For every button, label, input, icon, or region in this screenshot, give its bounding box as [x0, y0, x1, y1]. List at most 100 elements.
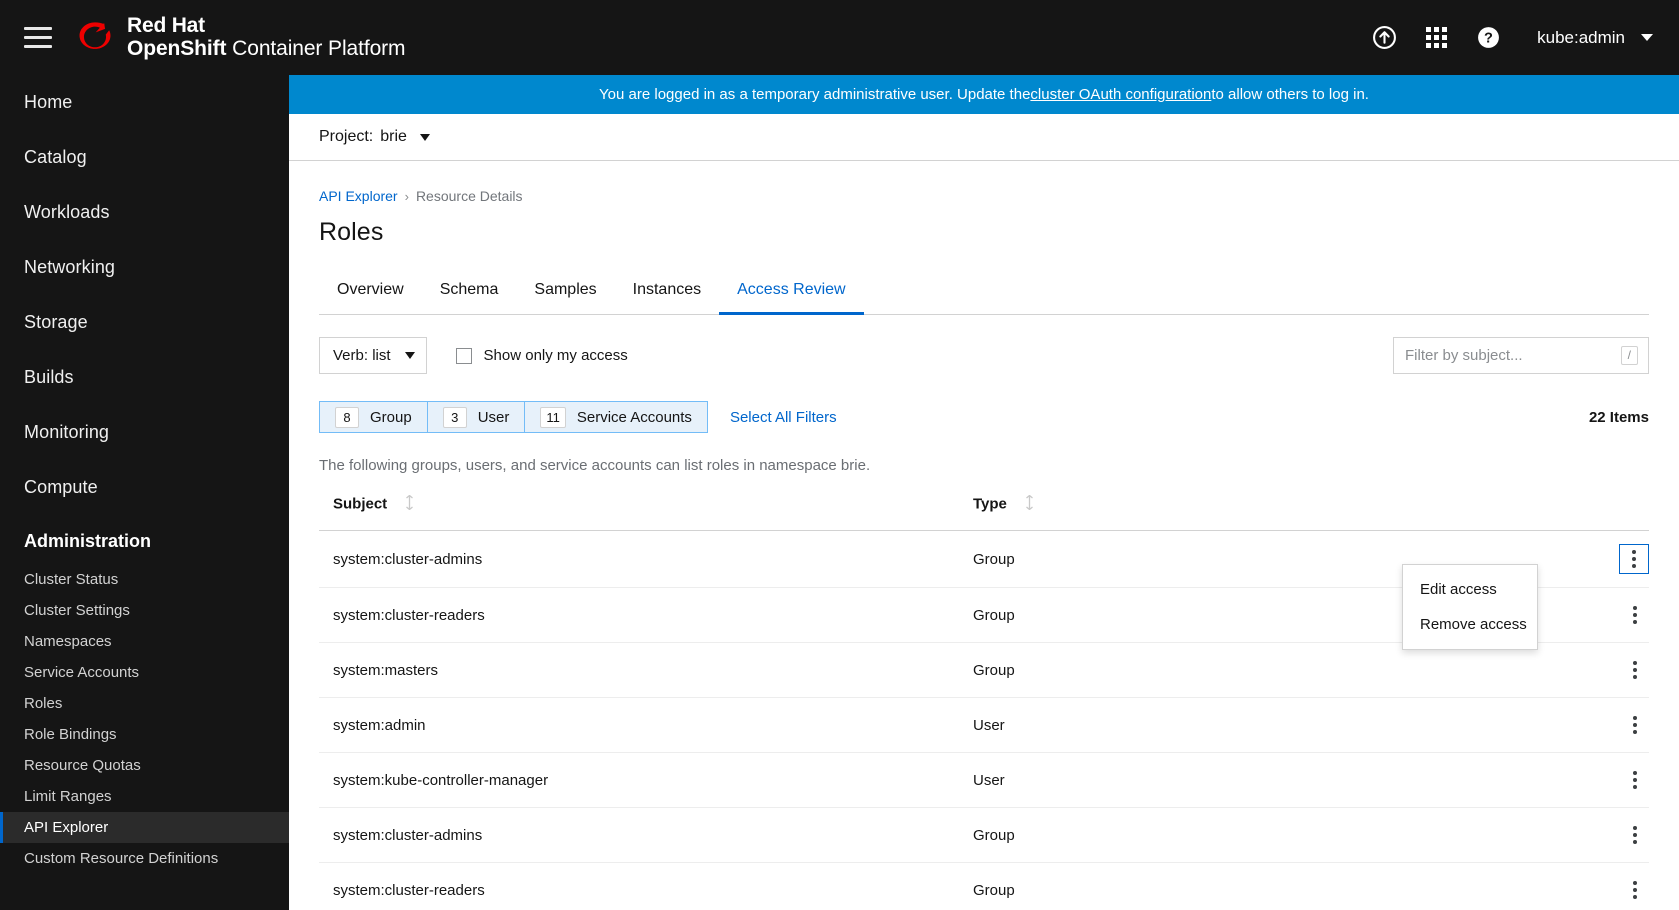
sidebar-item-cluster-status[interactable]: Cluster Status: [0, 564, 289, 595]
chevron-down-icon: [404, 352, 415, 359]
row-actions-kebab-button[interactable]: [1621, 766, 1649, 794]
filter-chip-user[interactable]: 3 User: [428, 402, 526, 432]
masthead-icon-group: ?: [1369, 23, 1503, 53]
tab-instances[interactable]: Instances: [615, 269, 719, 315]
kebab-dot: [1633, 826, 1637, 830]
sidebar-item-label: Catalog: [24, 147, 87, 167]
sidebar-item-limit-ranges[interactable]: Limit Ranges: [0, 781, 289, 812]
nav-toggle-button[interactable]: [0, 0, 76, 75]
import-icon[interactable]: [1369, 23, 1399, 53]
hamburger-icon-bar: [24, 27, 52, 30]
kebab-dot: [1632, 557, 1636, 561]
chip-count-group: 8: [335, 406, 359, 428]
row-actions-kebab-button[interactable]: [1621, 656, 1649, 684]
filter-by-subject-input[interactable]: Filter by subject... /: [1393, 337, 1649, 374]
kebab-dot: [1633, 723, 1637, 727]
filter-chip-service-accounts[interactable]: 11 Service Accounts: [525, 402, 707, 432]
row-actions-kebab-button[interactable]: [1621, 876, 1649, 904]
sidebar-item-cluster-settings[interactable]: Cluster Settings: [0, 595, 289, 626]
sidebar-item-label: Service Accounts: [24, 664, 140, 681]
breadcrumb-current: Resource Details: [415, 188, 523, 204]
sidebar-item-label: API Explorer: [24, 819, 109, 836]
breadcrumb-link-api-explorer[interactable]: API Explorer: [319, 188, 398, 204]
dropdown-item-remove-access[interactable]: Remove access: [1403, 607, 1537, 642]
table-row: system:cluster-readers Group: [319, 862, 1649, 910]
project-selector-value[interactable]: brie: [380, 128, 407, 146]
kebab-dot: [1633, 771, 1637, 775]
cell-actions: [1519, 642, 1649, 698]
sidebar-item-workloads[interactable]: Workloads: [0, 185, 289, 240]
cell-type: User: [959, 697, 1519, 753]
chip-label-service-accounts: Service Accounts: [576, 408, 692, 426]
sort-icon[interactable]: [405, 494, 414, 514]
sidebar-administration-group: Cluster Status Cluster Settings Namespac…: [0, 564, 289, 874]
brand-line-redhat: Red Hat: [127, 14, 205, 38]
cell-subject: system:cluster-readers: [319, 587, 959, 643]
kebab-dot: [1633, 668, 1637, 672]
verb-select[interactable]: Verb: list: [319, 337, 427, 374]
chevron-down-icon[interactable]: [419, 133, 430, 141]
help-icon[interactable]: ?: [1473, 23, 1503, 53]
sidebar-item-monitoring[interactable]: Monitoring: [0, 405, 289, 460]
main-content: You are logged in as a temporary adminis…: [289, 75, 1679, 910]
kebab-dot: [1633, 716, 1637, 720]
sidebar-item-label: Role Bindings: [24, 726, 117, 743]
user-name-label: kube:admin: [1537, 27, 1625, 47]
sidebar-item-custom-resource-definitions[interactable]: Custom Resource Definitions: [0, 843, 289, 874]
row-actions-kebab-button[interactable]: [1619, 544, 1649, 574]
sidebar-item-label: Roles: [24, 695, 63, 712]
table-header-row: Subject Type: [319, 494, 1649, 531]
cell-subject: system:admin: [319, 697, 959, 753]
sort-icon[interactable]: [1025, 494, 1034, 514]
sidebar-item-storage[interactable]: Storage: [0, 295, 289, 350]
row-actions-kebab-button[interactable]: [1621, 821, 1649, 849]
sidebar-item-home[interactable]: Home: [0, 75, 289, 130]
sidebar-item-roles[interactable]: Roles: [0, 688, 289, 719]
cell-actions: [1519, 807, 1649, 863]
sidebar-item-label: Limit Ranges: [24, 788, 112, 805]
brand-openshift-word: OpenShift: [127, 36, 227, 60]
column-header-subject[interactable]: Subject: [319, 494, 959, 531]
chip-group: 8 Group 3 User 11 Service Accounts: [319, 401, 708, 433]
filter-chip-group[interactable]: 8 Group: [320, 402, 428, 432]
sidebar-item-label: Namespaces: [24, 633, 112, 650]
cell-actions: [1519, 587, 1649, 643]
tab-access-review[interactable]: Access Review: [719, 269, 864, 315]
kebab-dot: [1633, 613, 1637, 617]
row-actions-dropdown: Edit access Remove access: [1402, 564, 1538, 650]
cell-subject: system:cluster-readers: [319, 862, 959, 910]
tab-schema[interactable]: Schema: [422, 269, 517, 315]
sidebar-item-role-bindings[interactable]: Role Bindings: [0, 719, 289, 750]
cell-type: Group: [959, 862, 1519, 910]
dropdown-item-edit-access[interactable]: Edit access: [1403, 572, 1537, 607]
sidebar-item-networking[interactable]: Networking: [0, 240, 289, 295]
show-only-my-access-checkbox[interactable]: [455, 347, 472, 364]
row-actions-kebab-button[interactable]: [1621, 711, 1649, 739]
chip-count-service-accounts: 11: [540, 406, 566, 428]
kebab-dot: [1633, 606, 1637, 610]
cell-subject: system:kube-controller-manager: [319, 752, 959, 808]
sidebar-item-label: Storage: [24, 312, 88, 332]
sidebar-item-builds[interactable]: Builds: [0, 350, 289, 405]
tab-overview[interactable]: Overview: [319, 269, 422, 315]
sidebar-item-api-explorer[interactable]: API Explorer: [0, 812, 289, 843]
tab-samples[interactable]: Samples: [516, 269, 614, 315]
sidebar-item-namespaces[interactable]: Namespaces: [0, 626, 289, 657]
cluster-oauth-configuration-link[interactable]: cluster OAuth configuration: [1030, 86, 1211, 103]
sidebar-item-catalog[interactable]: Catalog: [0, 130, 289, 185]
apps-grid-icon[interactable]: [1421, 23, 1451, 53]
table-row: system:kube-controller-manager User: [319, 752, 1649, 808]
sidebar-item-service-accounts[interactable]: Service Accounts: [0, 657, 289, 688]
user-menu-button[interactable]: kube:admin: [1537, 28, 1653, 48]
sidebar-item-label: Monitoring: [24, 422, 110, 442]
access-review-description: The following groups, users, and service…: [319, 457, 871, 474]
sidebar-item-compute[interactable]: Compute: [0, 460, 289, 515]
select-all-filters-link[interactable]: Select All Filters: [730, 409, 837, 426]
row-actions-kebab-button[interactable]: [1621, 601, 1649, 629]
brand-logo[interactable]: Red Hat OpenShift Container Platform: [76, 14, 406, 60]
column-header-type[interactable]: Type: [959, 494, 1519, 531]
show-only-my-access-toggle[interactable]: Show only my access: [455, 347, 628, 364]
banner-text-after: to allow others to log in.: [1211, 86, 1369, 103]
kebab-dot: [1633, 840, 1637, 844]
sidebar-item-resource-quotas[interactable]: Resource Quotas: [0, 750, 289, 781]
